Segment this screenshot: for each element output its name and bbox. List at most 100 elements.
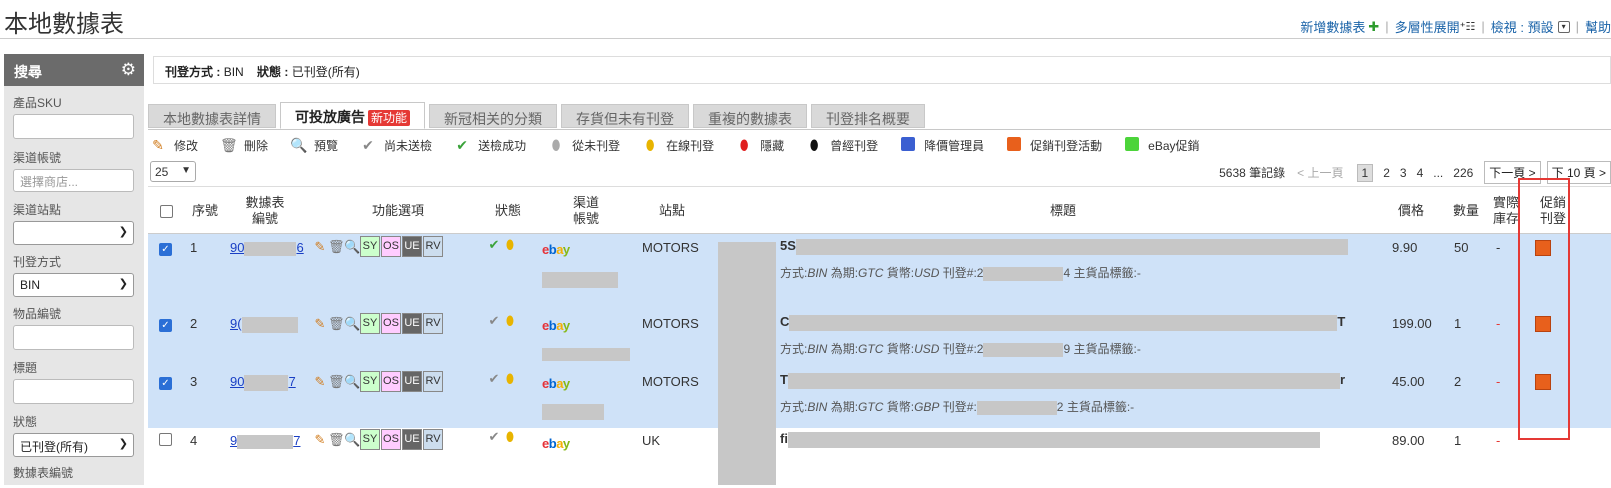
expand-icon[interactable]: ⁺☷: [1460, 20, 1476, 33]
product-thumbnail: [718, 310, 776, 373]
row-seq: 3: [190, 374, 198, 389]
site: MOTORS: [642, 316, 699, 331]
tab-duplicates[interactable]: 重複的數據表: [693, 104, 808, 128]
title-input[interactable]: [13, 379, 134, 404]
pencil-icon[interactable]: ✎: [312, 374, 328, 390]
help-link[interactable]: 幫助: [1585, 17, 1611, 36]
row-checkbox[interactable]: ✓: [159, 243, 172, 256]
sheet-no-link[interactable]: 90 6: [230, 240, 304, 256]
item-no-input[interactable]: [13, 325, 134, 350]
table-row[interactable]: ✓ 3 90 7 ✎ 🗑🔍 SY OS UE RV ✔ ⬮ ebay MOTORS Tr 方式…: [148, 370, 1611, 428]
view-select[interactable]: 檢視 : 預設: [1491, 17, 1554, 36]
ue-button[interactable]: UE: [402, 313, 422, 334]
status-key: 狀態 :: [257, 65, 289, 79]
status-icons: ✔ ⬮: [486, 236, 518, 253]
site-select[interactable]: ❯: [13, 221, 134, 245]
account-select[interactable]: 選擇商店...: [13, 169, 134, 192]
sy-button[interactable]: SY: [360, 313, 380, 334]
magnifier-icon[interactable]: 🔍: [344, 374, 360, 390]
tab-ads[interactable]: 可投放廣告 新功能: [280, 102, 426, 129]
magnifier-icon[interactable]: 🔍: [344, 432, 360, 448]
ue-button[interactable]: UE: [402, 429, 422, 450]
page-4[interactable]: 4: [1417, 166, 1424, 180]
listing-title: Tr: [780, 372, 1346, 389]
sheet-no-link[interactable]: 97: [230, 433, 300, 449]
ue-button[interactable]: UE: [402, 236, 422, 257]
os-button[interactable]: OS: [381, 313, 401, 334]
legend-hidden: ⬮ 隱藏: [736, 137, 784, 154]
listing-method-select[interactable]: BIN ❯: [13, 273, 134, 297]
rv-button[interactable]: RV: [423, 429, 443, 450]
prev-page-button[interactable]: < 上一頁: [1297, 164, 1343, 181]
page-3[interactable]: 3: [1400, 166, 1407, 180]
gear-icon[interactable]: ⚙: [121, 60, 136, 80]
page-2[interactable]: 2: [1383, 166, 1390, 180]
ue-button[interactable]: UE: [402, 371, 422, 392]
sy-button[interactable]: SY: [360, 371, 380, 392]
grey-check-icon: ✔: [488, 312, 500, 328]
row-checkbox[interactable]: ✓: [159, 319, 172, 332]
col-title: 標題: [1049, 203, 1076, 218]
row-checkbox[interactable]: ✓: [159, 377, 172, 390]
row-checkbox[interactable]: [159, 433, 172, 446]
magnifier-icon[interactable]: 🔍: [344, 239, 360, 255]
function-buttons: ✎ 🗑🔍 SY OS UE RV: [312, 429, 444, 450]
status-value: 已刊登(所有): [291, 65, 360, 79]
rv-button[interactable]: RV: [423, 371, 443, 392]
tab-stock-unlisted[interactable]: 存貨但未有刊登: [561, 104, 690, 128]
legend-unchecked: ✔ 尚未送檢: [360, 137, 432, 154]
listing-title: CT: [780, 314, 1346, 331]
item-no-label: 物品編號: [13, 307, 62, 321]
ebay-logo: ebay: [542, 242, 570, 257]
pencil-icon[interactable]: ✎: [312, 432, 328, 448]
plus-icon[interactable]: ✚: [1368, 19, 1379, 35]
multi-expand-link[interactable]: 多層性展開: [1395, 17, 1460, 36]
os-button[interactable]: OS: [381, 236, 401, 257]
page-last[interactable]: 226: [1453, 166, 1473, 180]
pencil-icon[interactable]: ✎: [312, 316, 328, 332]
ebay-logo: ebay: [542, 376, 570, 391]
select-all-checkbox[interactable]: [159, 204, 173, 218]
page-1[interactable]: 1: [1356, 163, 1374, 182]
function-buttons: ✎ 🗑🔍 SY OS UE RV: [312, 371, 444, 392]
tab-local-details[interactable]: 本地數據表詳情: [148, 104, 276, 128]
trash-icon[interactable]: 🗑: [328, 432, 345, 448]
legend-checked: ✔ 送檢成功: [454, 137, 526, 154]
sy-button[interactable]: SY: [360, 429, 380, 450]
view-dropdown-icon[interactable]: ▾: [1557, 20, 1570, 33]
qty: 50: [1454, 240, 1469, 255]
pencil-icon[interactable]: ✎: [312, 239, 328, 255]
tab-ranking[interactable]: 刊登排名概要: [811, 104, 926, 128]
table-row[interactable]: ✓ 1 90 6 ✎ 🗑🔍 SY OS UE RV ✔ ⬮ ebay MOTORS 5S 方式…: [148, 234, 1611, 310]
magnifier-icon[interactable]: 🔍: [344, 316, 360, 332]
os-button[interactable]: OS: [381, 429, 401, 450]
row-seq: 1: [190, 240, 198, 255]
rv-button[interactable]: RV: [423, 313, 443, 334]
table-row[interactable]: 4 97 ✎ 🗑🔍 SY OS UE RV ✔ ⬮ ebay UK fi 89.00 1 -: [148, 428, 1611, 485]
status-select[interactable]: 已刊登(所有) ❯: [13, 433, 134, 457]
sku-input[interactable]: [13, 114, 134, 139]
row-seq: 4: [190, 433, 198, 448]
sy-button[interactable]: SY: [360, 236, 380, 257]
rv-button[interactable]: RV: [423, 236, 443, 257]
chevron-down-icon: ▼: [181, 165, 191, 176]
per-page-select[interactable]: 25 ▼: [150, 161, 196, 182]
site-label: 渠道站點: [13, 203, 62, 217]
yellow-tag-icon: ⬮: [505, 428, 515, 444]
sidebar-header: 搜尋 ⚙: [4, 54, 144, 86]
trash-icon[interactable]: 🗑: [328, 374, 345, 390]
black-tag-icon: ⬮: [809, 137, 819, 153]
new-sheet-link[interactable]: 新增數據表: [1300, 17, 1365, 36]
sheet-no-link[interactable]: 9(: [230, 316, 298, 333]
trash-icon[interactable]: 🗑: [328, 316, 345, 332]
channel-account: [542, 272, 618, 291]
table-row[interactable]: ✓ 2 9( ✎ 🗑🔍 SY OS UE RV ✔ ⬮ ebay MOTORS CT 方式:…: [148, 310, 1611, 370]
price: 89.00: [1392, 433, 1425, 448]
os-button[interactable]: OS: [381, 371, 401, 392]
record-count: 5638 筆記錄: [1219, 166, 1286, 180]
method-value: BIN: [223, 65, 244, 79]
trash-icon[interactable]: 🗑: [328, 239, 345, 255]
sheet-no-link[interactable]: 90 7: [230, 374, 296, 391]
tab-covid-category[interactable]: 新冠相关的分類: [429, 104, 558, 128]
actual-stock: -: [1496, 316, 1501, 331]
